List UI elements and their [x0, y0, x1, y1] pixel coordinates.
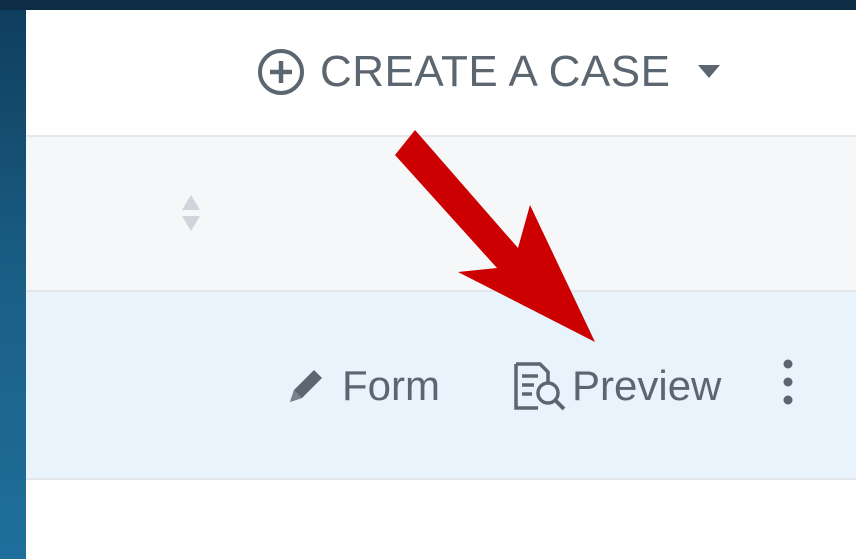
pencil-icon — [290, 370, 322, 402]
toolbar: CREATE A CASE — [26, 10, 856, 137]
form-action-button[interactable]: Form — [284, 356, 440, 416]
create-case-button[interactable]: CREATE A CASE — [256, 42, 721, 102]
document-search-icon — [514, 362, 566, 411]
preview-action-button[interactable]: Preview — [510, 356, 721, 416]
table-header-row — [26, 137, 856, 292]
caret-down-icon[interactable] — [698, 65, 721, 79]
sort-icon[interactable] — [181, 193, 201, 233]
plus-circle-icon — [258, 49, 304, 95]
kebab-menu-icon[interactable] — [776, 352, 800, 412]
preview-action-label: Preview — [572, 362, 722, 409]
window-top-band — [0, 0, 856, 10]
table-row-empty — [26, 480, 856, 559]
form-action-label: Form — [342, 362, 440, 409]
table-row: Form Preview — [26, 292, 856, 480]
create-case-label: CREATE A CASE — [320, 47, 671, 96]
cases-panel: CREATE A CASE Form Preview — [26, 10, 856, 559]
